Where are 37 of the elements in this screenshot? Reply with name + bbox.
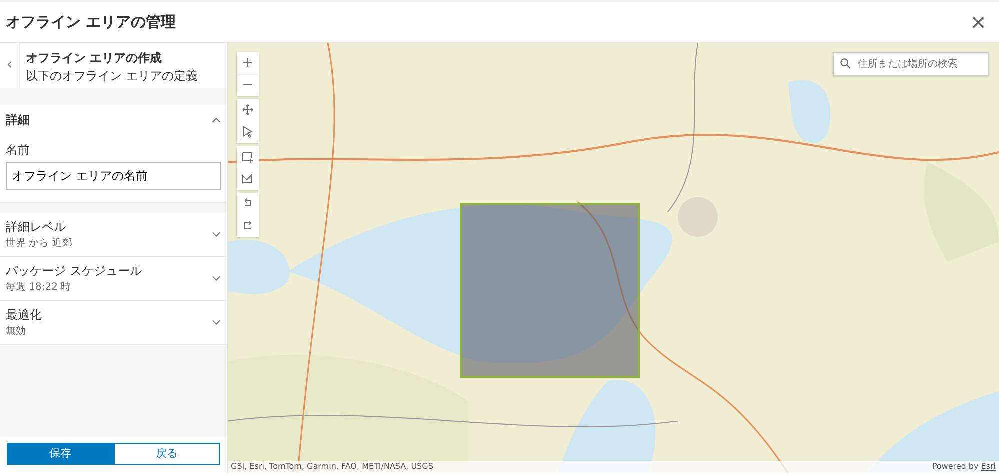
tool-button[interactable] — [237, 215, 259, 237]
section-value: 毎週 18:22 時 — [6, 280, 72, 295]
chevron-icon — [212, 318, 221, 327]
move-icon — [242, 104, 254, 116]
tool-button[interactable] — [237, 99, 259, 121]
zoom-in-button[interactable]: + — [237, 52, 259, 74]
tool-button[interactable] — [237, 121, 259, 143]
section-title: パッケージ スケジュール — [6, 263, 142, 280]
window-title: オフライン エリアの管理 — [6, 12, 176, 33]
panel-subtitle: 以下のオフライン エリアの定義 — [26, 68, 198, 85]
zoom-out-button[interactable]: − — [237, 74, 259, 96]
chevron-icon — [212, 274, 221, 283]
close-button[interactable]: × — [964, 11, 993, 33]
section-title: 最適化 — [6, 307, 42, 324]
tool-button[interactable] — [237, 168, 259, 190]
save-button[interactable]: 保存 — [7, 443, 114, 465]
section-value: 無効 — [6, 324, 27, 339]
cursor-icon — [242, 126, 254, 138]
name-field[interactable]: オフライン エリアの名前 — [6, 162, 221, 190]
back-button[interactable]: 戻る — [114, 443, 220, 465]
tool-button[interactable] — [237, 193, 259, 215]
search-icon — [840, 58, 851, 69]
redo-icon — [242, 220, 254, 232]
polygon-icon — [242, 173, 254, 185]
section-header[interactable]: 詳細 — [6, 105, 221, 135]
field-label: 名前 — [6, 142, 31, 159]
panel-title: オフライン エリアの作成 — [26, 50, 164, 67]
esri-link[interactable]: Esri — [981, 462, 996, 471]
section-title: 詳細レベル — [6, 219, 67, 236]
chevron-icon — [212, 230, 221, 239]
attribution-text: GSI, Esri, TomTom, Garmin, FAO, METI/NASA, USGS — [231, 461, 434, 473]
section-title: 詳細 — [6, 112, 30, 129]
tool-button[interactable] — [237, 146, 259, 168]
chevron-icon — [212, 116, 221, 124]
section-value: 世界 から 近郊 — [6, 236, 72, 251]
search-field[interactable]: 住所または場所の検索 — [833, 52, 989, 76]
powered-by-text: Powered by Esri — [932, 461, 996, 473]
